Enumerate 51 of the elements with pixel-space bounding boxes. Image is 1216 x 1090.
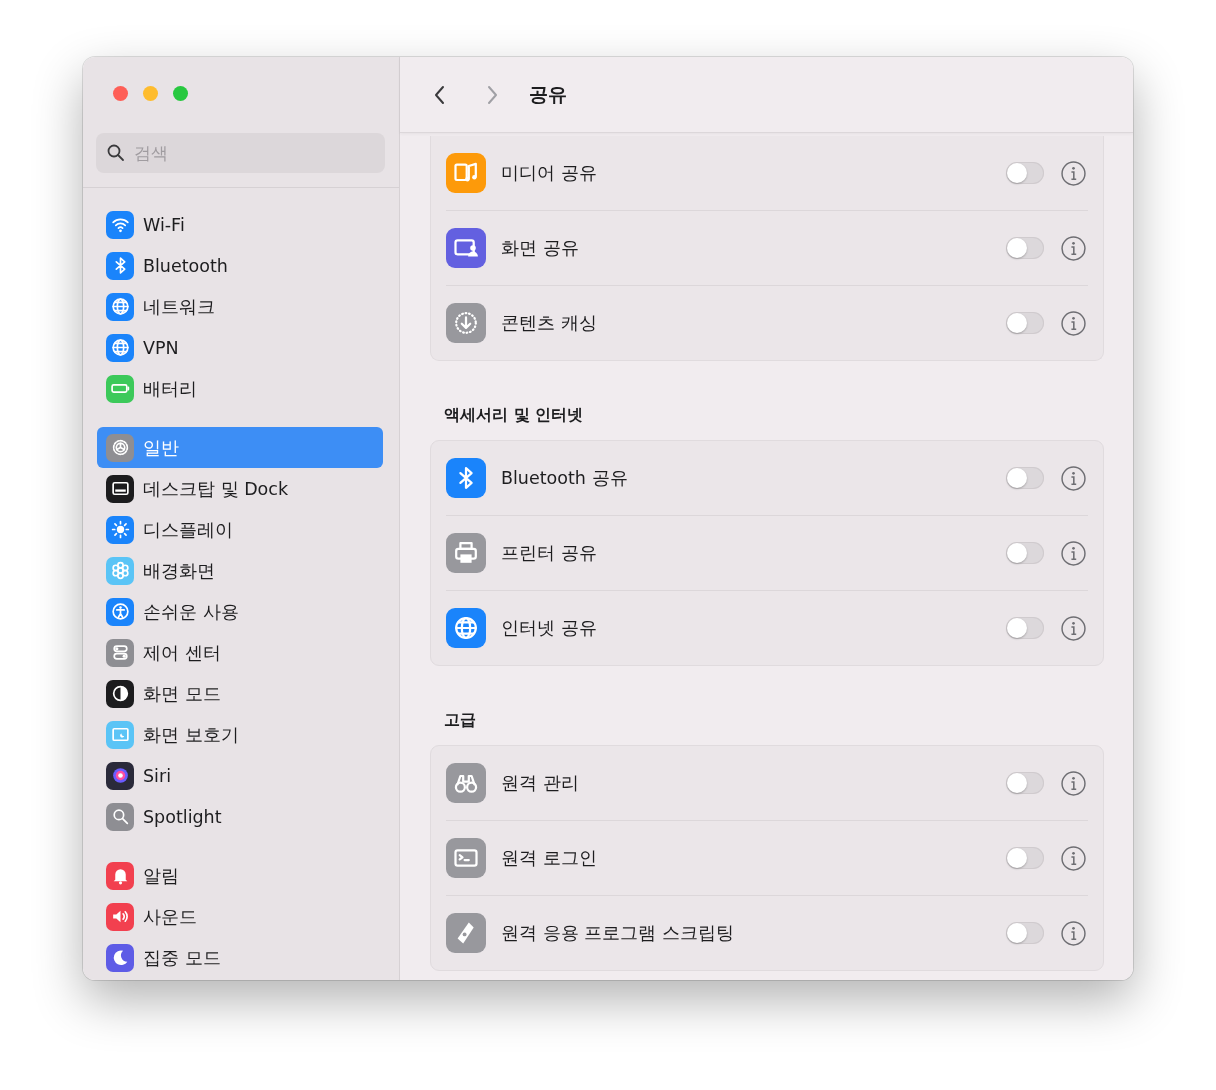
setting-label: 인터넷 공유 [501,617,598,640]
info-icon[interactable] [1061,160,1086,186]
setting-label: 미디어 공유 [501,162,598,185]
minimize-button[interactable] [143,86,158,101]
toggle-switch[interactable] [1006,312,1044,334]
info-icon[interactable] [1061,310,1086,336]
info-icon[interactable] [1061,615,1086,641]
sidebar-item[interactable]: VPN [97,327,383,368]
sidebar-item[interactable]: Bluetooth [97,245,383,286]
sidebar-item[interactable]: 배경화면 [97,550,383,591]
sidebar-item[interactable]: 사운드 [97,896,383,937]
toggle-switch[interactable] [1006,162,1044,184]
sidebar-item[interactable]: 알림 [97,855,383,896]
info-icon[interactable] [1061,770,1086,796]
section-heading: 고급 [444,710,477,731]
setting-label: 원격 로그인 [501,847,598,870]
toggle-switch[interactable] [1006,922,1044,944]
toggle-switch[interactable] [1006,237,1044,259]
toggle-switch[interactable] [1006,617,1044,639]
info-icon[interactable] [1061,235,1086,261]
info-icon[interactable] [1061,845,1086,871]
sidebar-item[interactable]: 제어 센터 [97,632,383,673]
sidebar-item[interactable]: 데스크탑 및 Dock [97,468,383,509]
zoom-button[interactable] [173,86,188,101]
setting-label: 프린터 공유 [501,542,598,565]
sidebar-item[interactable]: 네트워크 [97,286,383,327]
setting-label: Bluetooth 공유 [501,467,629,490]
toggle-switch[interactable] [1006,772,1044,794]
setting-label: 원격 응용 프로그램 스크립팅 [501,922,735,945]
sidebar-item[interactable]: 집중 모드 [97,937,383,978]
info-icon[interactable] [1061,540,1086,566]
toggle-switch[interactable] [1006,542,1044,564]
search-field[interactable]: 검색 [96,133,385,173]
info-icon[interactable] [1061,920,1086,946]
section-heading: 액세서리 및 인터넷 [444,405,585,426]
sidebar-item[interactable]: 화면 보호기 [97,714,383,755]
sidebar-item[interactable]: Spotlight [97,796,383,837]
sidebar-item[interactable]: 배터리 [97,368,383,409]
sidebar-item[interactable]: 손쉬운 사용 [97,591,383,632]
sidebar-item[interactable]: Wi-Fi [97,204,383,245]
close-button[interactable] [113,86,128,101]
window-title: 공유 [529,81,567,107]
setting-label: 원격 관리 [501,772,580,795]
sidebar-item[interactable]: 디스플레이 [97,509,383,550]
toggle-switch[interactable] [1006,467,1044,489]
setting-label: 콘텐츠 캐싱 [501,312,598,335]
info-icon[interactable] [1061,465,1086,491]
setting-label: 화면 공유 [501,237,580,260]
sidebar-item[interactable]: 화면 모드 [97,673,383,714]
toggle-switch[interactable] [1006,847,1044,869]
sidebar-item[interactable]: Siri [97,755,383,796]
